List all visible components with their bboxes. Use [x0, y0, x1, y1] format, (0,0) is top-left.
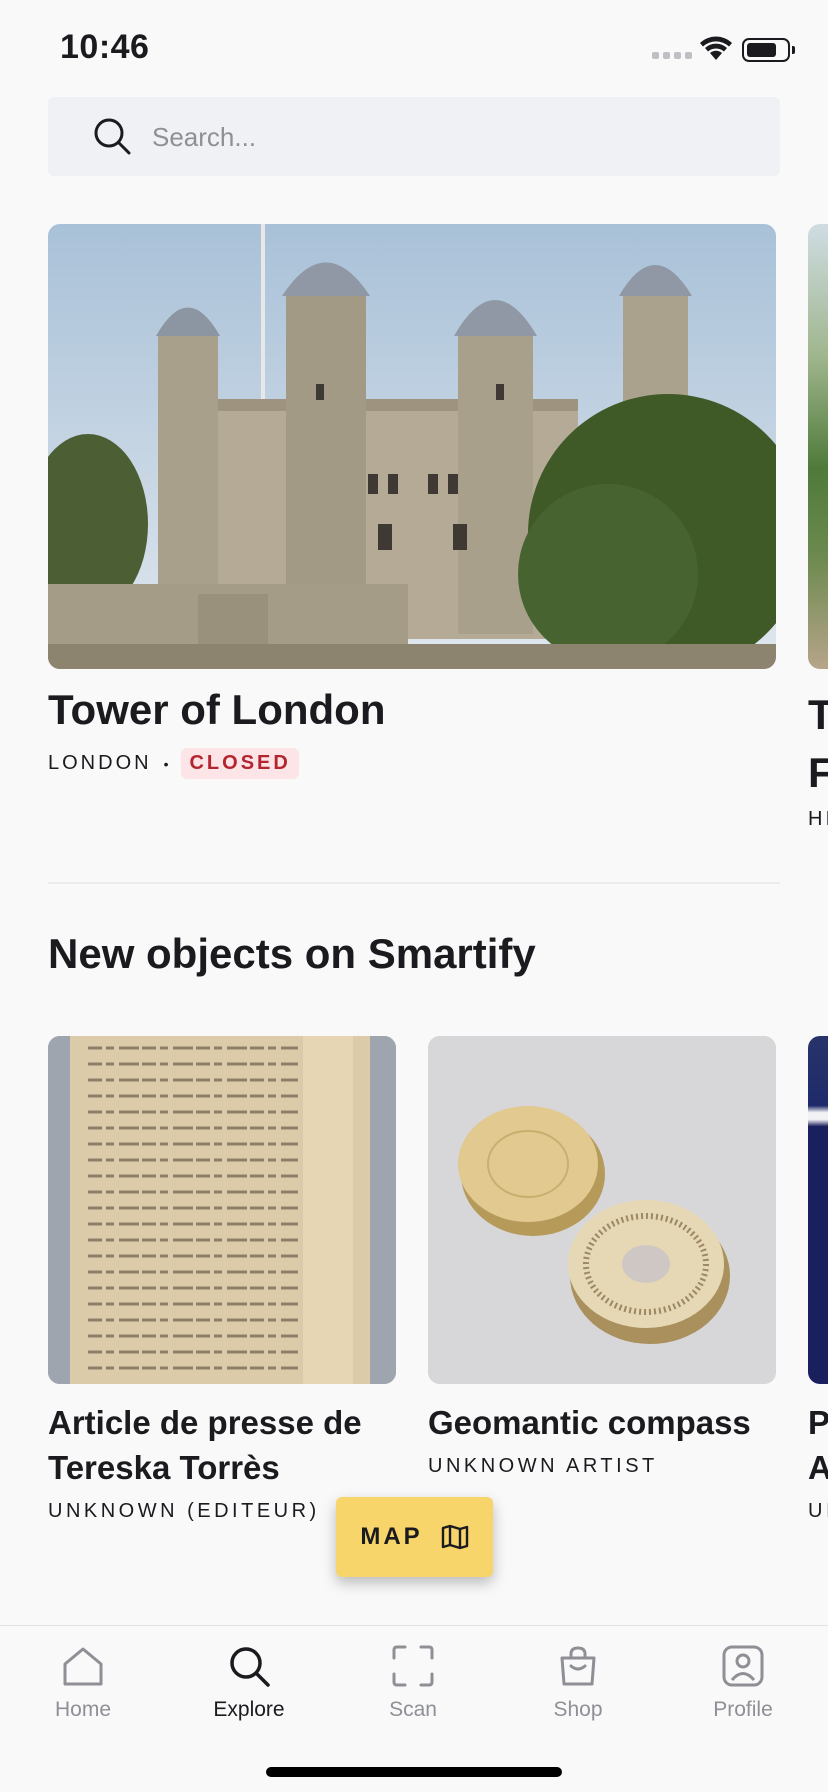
object-image-next[interactable]: [808, 1036, 828, 1384]
tab-profile-label: Profile: [713, 1698, 773, 1721]
map-icon: [441, 1524, 468, 1550]
attraction-meta: LONDON • CLOSED: [48, 748, 299, 779]
map-button[interactable]: MAP: [336, 1497, 493, 1577]
object-artist: UI: [808, 1500, 828, 1522]
shopping-bag-icon: [560, 1646, 596, 1686]
next-attraction-image[interactable]: [808, 224, 828, 669]
separator-dot: •: [163, 755, 172, 772]
attraction-title[interactable]: Tower of London: [48, 686, 385, 734]
attraction-location: LONDON: [48, 752, 152, 774]
wifi-icon: [700, 36, 732, 60]
tower-of-london-image[interactable]: [48, 224, 776, 669]
status-bar: 10:46: [0, 0, 828, 96]
section-divider: [48, 882, 780, 884]
tab-explore-label: Explore: [213, 1698, 285, 1721]
next-attraction-title[interactable]: T F: [808, 686, 828, 802]
search-input[interactable]: [152, 117, 712, 157]
cellular-signal-icon: [652, 52, 692, 59]
map-button-label: MAP: [360, 1523, 423, 1550]
object-image-article[interactable]: [48, 1036, 396, 1384]
search-icon: [230, 1647, 270, 1687]
battery-icon: [742, 38, 795, 62]
section-title: New objects on Smartify: [48, 930, 536, 977]
tab-scan-label: Scan: [389, 1698, 437, 1721]
scan-icon: [392, 1645, 434, 1687]
search-icon: [94, 118, 131, 155]
tab-shop[interactable]: Shop: [513, 1644, 643, 1754]
next-attraction-location: HI: [808, 808, 828, 830]
tab-explore[interactable]: Explore: [184, 1644, 314, 1754]
object-title[interactable]: P A: [808, 1400, 828, 1490]
object-title[interactable]: Article de presse de Tereska Torrès: [48, 1400, 396, 1490]
status-time: 10:46: [60, 28, 150, 66]
tab-home[interactable]: Home: [18, 1644, 148, 1754]
object-artist: UNKNOWN (EDITEUR): [48, 1500, 320, 1522]
tab-shop-label: Shop: [553, 1698, 603, 1721]
object-title[interactable]: Geomantic compass: [428, 1400, 798, 1445]
tab-scan[interactable]: Scan: [348, 1644, 478, 1754]
profile-icon: [722, 1645, 764, 1687]
object-artist: UNKNOWN ARTIST: [428, 1455, 658, 1477]
home-indicator[interactable]: [266, 1767, 562, 1777]
object-image-compass[interactable]: [428, 1036, 776, 1384]
tab-home-label: Home: [54, 1698, 112, 1721]
home-icon: [63, 1647, 103, 1686]
tab-profile[interactable]: Profile: [678, 1644, 808, 1754]
status-badge: CLOSED: [181, 748, 299, 779]
